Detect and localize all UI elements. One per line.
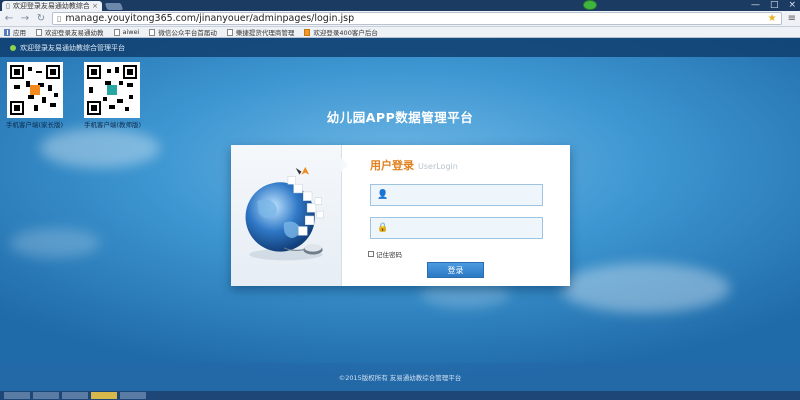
page-title: 幼儿园APP数据管理平台 xyxy=(326,110,474,125)
browser-tab[interactable]: ▯ 欢迎登录友易通幼教综合 × xyxy=(2,1,102,11)
cloud-decoration xyxy=(40,128,160,168)
lock-icon: 🔒 xyxy=(377,223,389,233)
login-form: 用户登录 UserLogin 👤 🔒 记住密码 登录 xyxy=(342,145,570,286)
card-illustration xyxy=(231,145,348,286)
browser-tabbar: ▯ 欢迎登录友易通幼教综合 × — □ × xyxy=(0,0,800,11)
tab-close-icon[interactable]: × xyxy=(92,2,98,10)
bookmark-label: aiwei xyxy=(122,28,140,36)
status-dot-icon xyxy=(10,44,16,51)
new-tab-button[interactable] xyxy=(104,3,124,10)
cloud-decoration xyxy=(10,228,100,258)
bookmark-label: 樂捷提货代理商管理 xyxy=(235,29,295,37)
arrow-right-icon[interactable]: → xyxy=(20,13,30,25)
close-window-button[interactable]: × xyxy=(788,0,796,11)
top-strip: 欢迎登录友易通幼教综合管理平台 xyxy=(0,38,800,57)
page-icon xyxy=(36,28,42,36)
url-text[interactable]: manage.youyitong365.com/jinanyouer/admin… xyxy=(65,13,354,24)
page-icon xyxy=(149,28,156,36)
remember-checkbox[interactable] xyxy=(368,251,374,257)
globe-illustration-icon xyxy=(245,166,324,261)
footer: ©2015版权所有 友易通幼教综合管理平台 xyxy=(0,363,800,391)
bookmarks-bar: 应用 欢迎登录友易通幼教 aiwei 微信公众平台首届动 樂捷提货代理商管理 欢… xyxy=(0,27,800,38)
bookmark-item[interactable]: 微信公众平台首届动 xyxy=(149,27,217,37)
taskbar-item[interactable] xyxy=(120,392,146,399)
bookmark-item[interactable]: 樂捷提货代理商管理 xyxy=(226,27,295,37)
page-info-icon[interactable]: ▯ xyxy=(57,14,61,23)
password-field[interactable]: 🔒 xyxy=(370,217,543,239)
bookmark-item[interactable]: aiwei xyxy=(113,28,140,36)
browser-toolbar: ← → ↻ ▯ manage.youyitong365.com/jinanyou… xyxy=(0,11,800,27)
login-button[interactable]: 登录 xyxy=(427,262,484,278)
bookmark-label: 欢迎登录400客户后台 xyxy=(313,29,378,37)
strip-text: 欢迎登录友易通幼教综合管理平台 xyxy=(20,43,125,52)
extension-icon[interactable] xyxy=(583,0,597,10)
taskbar-item[interactable] xyxy=(62,392,88,399)
footer-text: ©2015版权所有 友易通幼教综合管理平台 xyxy=(338,374,462,382)
taskbar xyxy=(0,391,800,400)
taskbar-item[interactable] xyxy=(91,392,117,399)
taskbar-item[interactable] xyxy=(4,392,30,399)
bookmark-item[interactable]: 欢迎登录友易通幼教 xyxy=(36,27,104,37)
bookmark-label: 欢迎登录友易通幼教 xyxy=(45,29,104,37)
password-input[interactable] xyxy=(391,223,542,233)
login-heading-en: UserLogin xyxy=(418,162,458,171)
tab-title: 欢迎登录友易通幼教综合 xyxy=(12,2,90,10)
login-card: 用户登录 UserLogin 👤 🔒 记住密码 登录 xyxy=(231,145,570,286)
page-icon: ▯ xyxy=(6,2,10,10)
bookmark-label: 微信公众平台首届动 xyxy=(158,29,217,37)
page-icon xyxy=(304,28,311,36)
bookmark-apps[interactable]: 应用 xyxy=(4,27,26,37)
maximize-button[interactable]: □ xyxy=(770,0,779,11)
apps-grid-icon xyxy=(4,28,10,36)
minimize-button[interactable]: — xyxy=(751,0,760,11)
reload-icon[interactable]: ↻ xyxy=(36,13,46,25)
bookmark-label: 应用 xyxy=(13,29,26,37)
page-icon xyxy=(113,28,120,36)
login-heading-zh: 用户登录 xyxy=(370,159,414,172)
page-content: 欢迎登录友易通幼教综合管理平台 手机客户端(家长版) 手机客户端(教师版) 幼儿… xyxy=(0,38,800,400)
login-heading: 用户登录 UserLogin xyxy=(370,157,458,173)
page-icon xyxy=(226,28,233,36)
username-input[interactable] xyxy=(391,190,542,200)
taskbar-item[interactable] xyxy=(33,392,59,399)
remember-label: 记住密码 xyxy=(376,251,402,259)
address-bar[interactable]: ▯ manage.youyitong365.com/jinanyouer/adm… xyxy=(52,12,782,25)
username-field[interactable]: 👤 xyxy=(370,184,543,206)
star-icon[interactable]: ★ xyxy=(768,13,777,24)
remember-password[interactable]: 记住密码 xyxy=(368,249,402,259)
cloud-decoration xyxy=(560,263,730,313)
arrow-left-icon[interactable]: ← xyxy=(4,13,14,25)
menu-icon[interactable]: ≡ xyxy=(788,13,796,24)
bookmark-item[interactable]: 欢迎登录400客户后台 xyxy=(304,27,378,37)
user-icon: 👤 xyxy=(377,190,389,200)
window-controls: — □ × xyxy=(751,0,796,11)
